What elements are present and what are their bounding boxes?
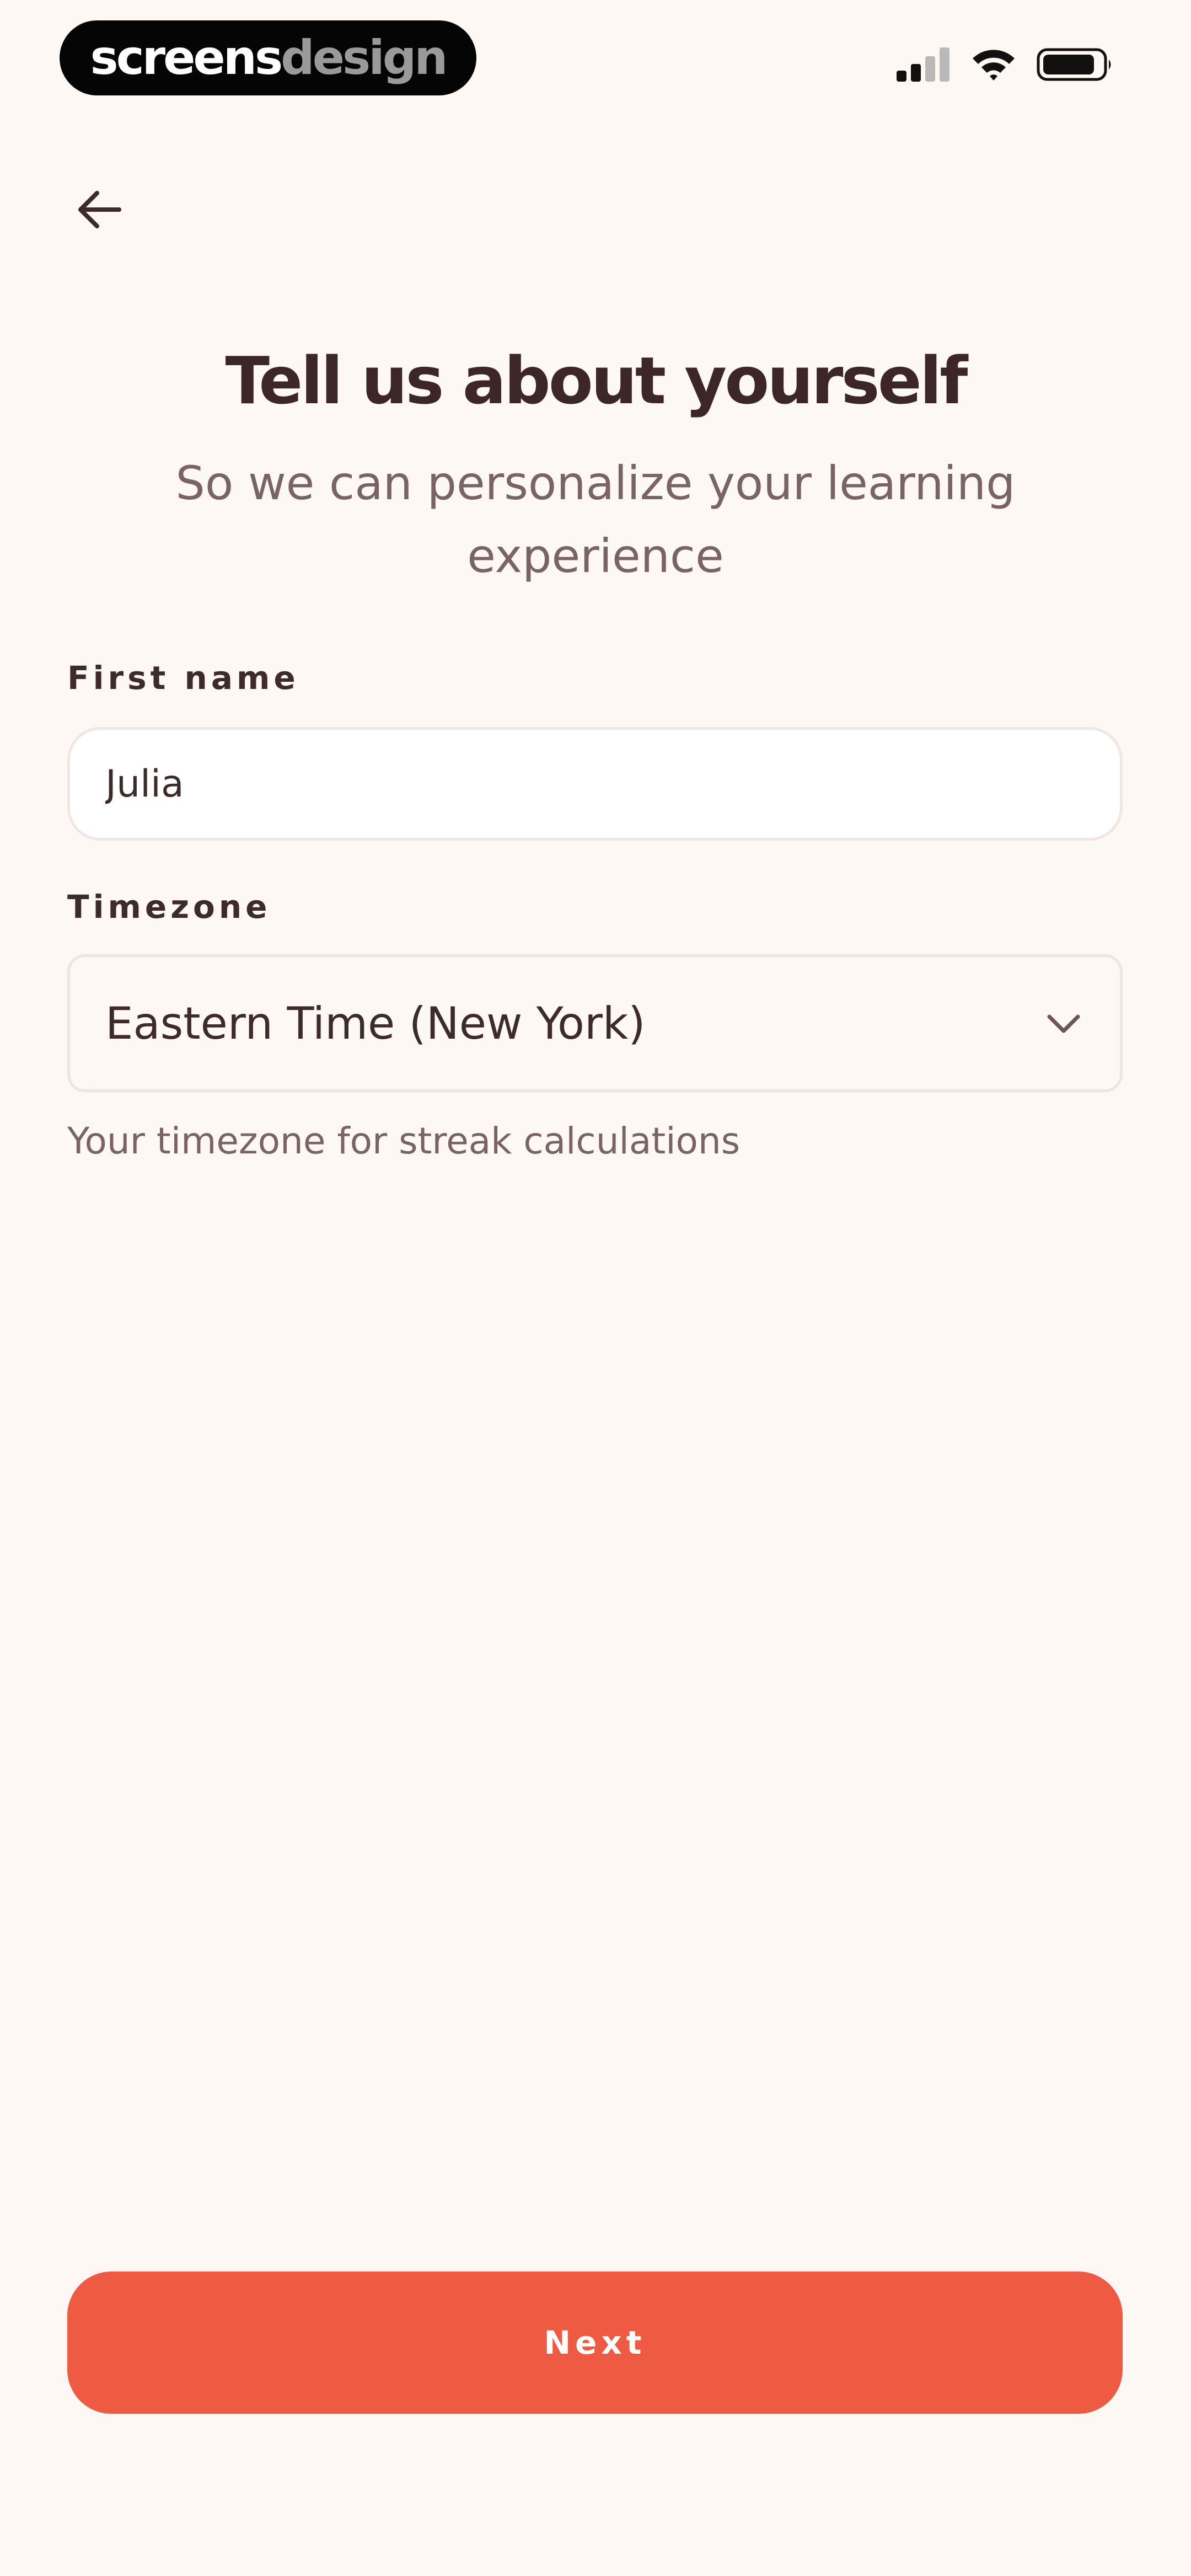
page-title: Tell us about yourself <box>225 343 968 419</box>
next-button[interactable]: Next <box>67 2272 1123 2414</box>
chevron-down-icon <box>1047 1014 1080 1033</box>
status-icons <box>895 46 1114 83</box>
cellular-signal-icon <box>897 47 949 82</box>
back-button[interactable] <box>61 177 138 243</box>
brand-text-part2: design <box>281 30 448 85</box>
first-name-label: First name <box>67 659 299 697</box>
timezone-label: Timezone <box>67 888 271 926</box>
status-bar: screens design <box>0 0 1191 121</box>
wifi-icon <box>973 50 1015 81</box>
page-subtitle: So we can personalize your learning expe… <box>175 456 1016 583</box>
onboarding-screen: screens design Tell us about yourself So… <box>0 0 1191 2576</box>
brand-logo: screens design <box>60 20 476 95</box>
brand-text-part1: screens <box>90 30 283 85</box>
first-name-input[interactable] <box>67 727 1123 841</box>
timezone-selected-value: Eastern Time (New York) <box>105 997 646 1049</box>
battery-icon <box>1037 48 1111 81</box>
timezone-helper-text: Your timezone for streak calculations <box>67 1120 741 1162</box>
timezone-select[interactable]: Eastern Time (New York) <box>67 954 1123 1092</box>
arrow-left-icon <box>78 191 121 228</box>
